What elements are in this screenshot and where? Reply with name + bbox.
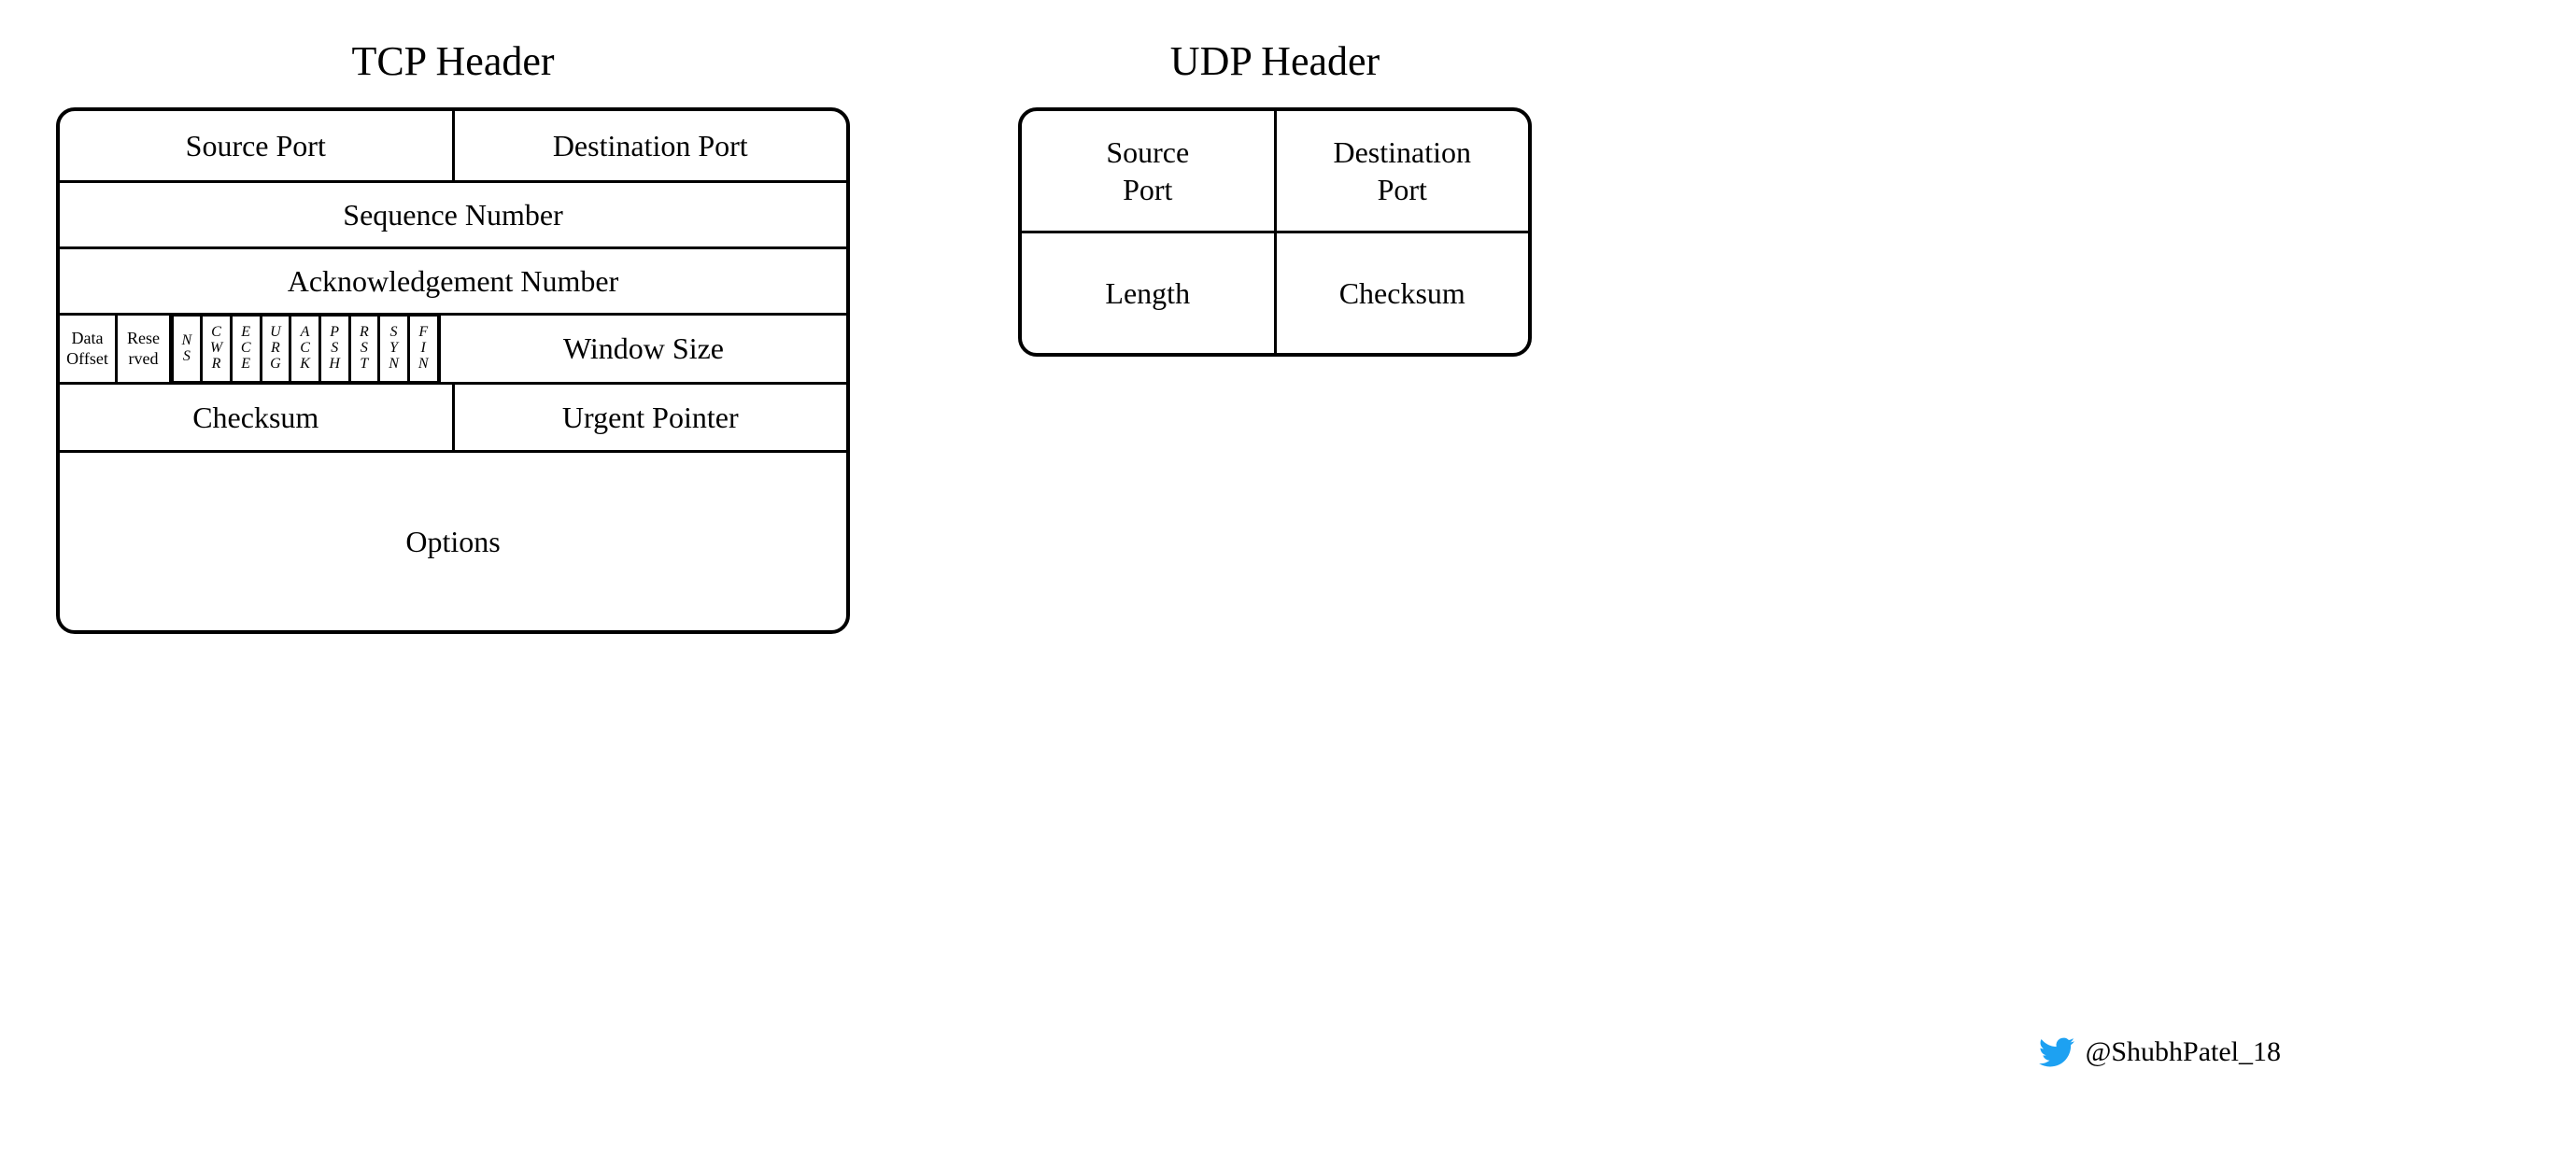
tcp-ack-number: Acknowledgement Number [60,249,846,313]
udp-header-section: UDP Header SourcePort DestinationPort Le… [1018,37,1532,634]
udp-row-ports: SourcePort DestinationPort [1022,111,1528,233]
tcp-checksum: Checksum [60,385,455,450]
tcp-options: Options [60,453,846,630]
udp-header-box: SourcePort DestinationPort Length Checks… [1018,107,1532,357]
tcp-urgent-pointer: Urgent Pointer [455,385,847,450]
udp-title: UDP Header [1018,37,1532,85]
udp-source-port: SourcePort [1022,111,1277,231]
tcp-flag-urg: URG [260,314,292,384]
tcp-row-ports: Source Port Destination Port [60,111,846,183]
udp-destination-port: DestinationPort [1277,111,1529,231]
tcp-flags: NS CWR ECE URG ACK PSH RST SYN FIN [172,316,441,382]
tcp-row-flags: DataOffset Reserved NS CWR ECE URG ACK P… [60,316,846,385]
udp-length: Length [1022,233,1277,353]
tcp-flag-ece: ECE [230,314,262,384]
tcp-row-sequence: Sequence Number [60,183,846,249]
tcp-flag-ack: ACK [289,314,321,384]
tcp-row-ack: Acknowledgement Number [60,249,846,316]
tcp-flag-syn: SYN [377,314,410,384]
udp-checksum: Checksum [1277,233,1529,353]
tcp-flag-ns: NS [171,314,204,384]
tcp-flag-psh: PSH [318,314,351,384]
tcp-data-offset: DataOffset [60,316,118,382]
tcp-title: TCP Header [56,37,850,85]
udp-row-length-checksum: Length Checksum [1022,233,1528,353]
tcp-header-box: Source Port Destination Port Sequence Nu… [56,107,850,634]
tcp-flag-rst: RST [348,314,381,384]
diagram-container: TCP Header Source Port Destination Port … [0,0,2576,671]
twitter-icon [2039,1034,2074,1070]
tcp-flag-fin: FIN [407,314,440,384]
tcp-window-size: Window Size [441,316,846,382]
author-credit: @ShubhPatel_18 [2039,1034,2281,1070]
tcp-row-options: Options [60,453,846,630]
tcp-reserved: Reserved [118,316,172,382]
tcp-sequence-number: Sequence Number [60,183,846,246]
tcp-source-port: Source Port [60,111,455,180]
tcp-flag-cwr: CWR [200,314,233,384]
tcp-destination-port: Destination Port [455,111,847,180]
tcp-row-checksum: Checksum Urgent Pointer [60,385,846,453]
twitter-handle: @ShubhPatel_18 [2086,1036,2281,1068]
tcp-header-section: TCP Header Source Port Destination Port … [56,37,850,634]
